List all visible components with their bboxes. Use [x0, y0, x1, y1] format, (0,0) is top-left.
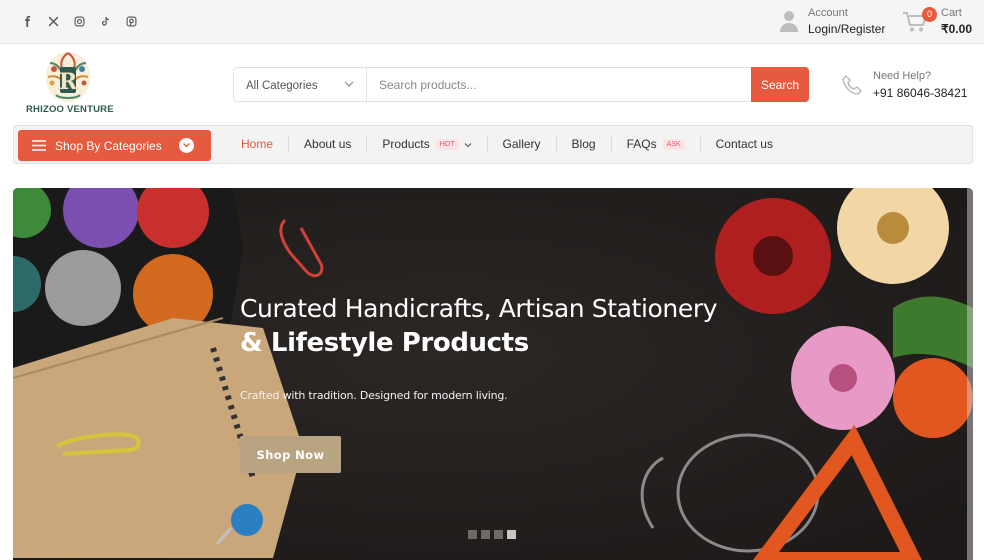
search-bar: All Categories Search [233, 67, 809, 102]
brand-name: RHIZOO VENTURE [26, 104, 114, 115]
nav-gallery-label: Gallery [502, 137, 541, 151]
main-nav: Shop By Categories Home About us Product… [13, 125, 973, 164]
account-link[interactable]: Account Login/Register [778, 6, 893, 38]
user-icon [780, 11, 798, 32]
search-input[interactable] [368, 68, 750, 101]
social-links [14, 12, 144, 30]
hero-title-emphasis: & Lifestyle Products [240, 328, 529, 358]
cart-link[interactable]: 0 Cart ₹0.00 [902, 6, 980, 38]
instagram-icon[interactable] [66, 12, 92, 30]
shop-by-categories-button[interactable]: Shop By Categories [18, 130, 211, 161]
login-register-link[interactable]: Login/Register [808, 22, 885, 36]
nav-about-us[interactable]: About us [288, 136, 366, 153]
hero-background-image [13, 188, 973, 560]
account-label: Account [808, 7, 848, 19]
nav-faqs[interactable]: FAQs ASK [610, 136, 700, 153]
nav-about-label: About us [304, 137, 352, 151]
ask-badge: ASK [662, 139, 685, 150]
help-label: Need Help? [873, 70, 932, 82]
pinterest-icon[interactable] [118, 12, 144, 30]
nav-links: Home About us Products HOT Gallery Blog … [226, 126, 788, 163]
chevron-down-icon [344, 81, 354, 87]
chevron-down-icon [464, 142, 471, 147]
nav-gallery[interactable]: Gallery [486, 136, 556, 153]
nav-products-label: Products [382, 137, 430, 151]
shop-now-button[interactable]: Shop Now [240, 436, 341, 473]
hero-subtitle: Crafted with tradition. Designed for mod… [240, 389, 508, 402]
nav-products[interactable]: Products HOT [366, 136, 486, 153]
cart-label: Cart [941, 7, 962, 19]
top-bar: Account Login/Register 0 Cart ₹0.00 [0, 0, 984, 44]
cart-count-badge: 0 [922, 7, 937, 22]
hero-slider: Curated Handicrafts, Artisan Stationery … [13, 188, 973, 560]
nav-contact-label: Contact us [715, 137, 773, 151]
nav-home[interactable]: Home [226, 136, 288, 153]
category-select-value: All Categories [246, 80, 318, 92]
nav-blog[interactable]: Blog [555, 136, 611, 153]
tiktok-icon[interactable] [92, 12, 118, 30]
chevron-down-icon [179, 138, 194, 153]
help-phone[interactable]: +91 86046-38421 [873, 86, 967, 100]
nav-contact-us[interactable]: Contact us [699, 136, 788, 153]
svg-text:R: R [59, 69, 78, 95]
slide-dot-3[interactable] [494, 530, 503, 539]
facebook-icon[interactable] [14, 12, 40, 30]
hot-badge: HOT [435, 139, 459, 150]
slider-pagination [468, 530, 516, 539]
site-logo[interactable]: R RHIZOO VENTURE [24, 46, 120, 118]
shop-by-categories-label: Shop By Categories [55, 139, 162, 153]
slide-dot-4[interactable] [507, 530, 516, 539]
slide-dot-2[interactable] [481, 530, 490, 539]
nav-blog-label: Blog [571, 137, 596, 151]
search-button[interactable]: Search [751, 67, 809, 102]
help-contact: Need Help? +91 86046-38421 [840, 68, 980, 102]
category-select[interactable]: All Categories [234, 68, 367, 101]
slide-dot-1[interactable] [468, 530, 477, 539]
logo-emblem-icon: R [46, 52, 90, 102]
hero-title: Curated Handicrafts, Artisan Stationery [240, 294, 718, 323]
x-icon[interactable] [40, 12, 66, 30]
cart-total: ₹0.00 [941, 22, 972, 36]
phone-icon [842, 74, 862, 95]
nav-home-label: Home [241, 137, 274, 151]
menu-icon [32, 140, 46, 151]
nav-faqs-label: FAQs [626, 137, 657, 151]
